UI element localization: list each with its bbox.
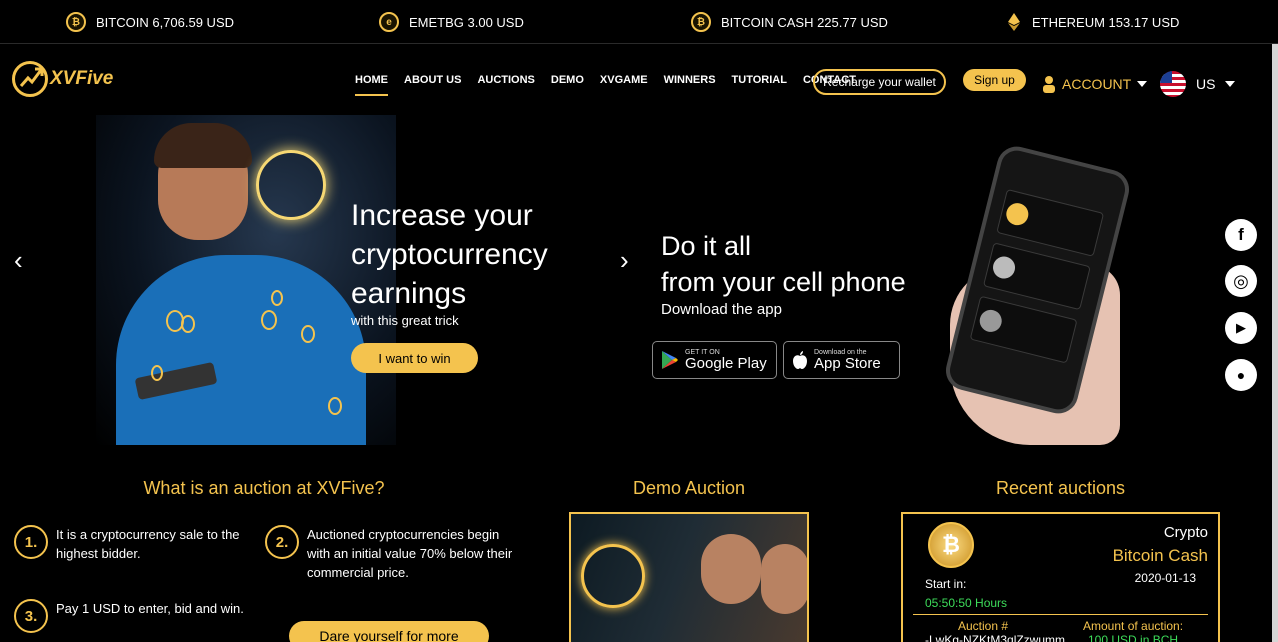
start-label: Start in: <box>925 577 967 591</box>
ethereum-icon <box>1006 12 1022 32</box>
coin-ring <box>151 365 163 381</box>
dare-yourself-button[interactable]: Dare yourself for more <box>289 621 489 642</box>
what-is-auction-title: What is an auction at XVFive? <box>143 478 385 498</box>
facebook-icon[interactable]: f <box>1225 219 1257 251</box>
apple-icon <box>793 350 807 369</box>
person-shape <box>701 534 761 604</box>
nav-winners[interactable]: WINNERS <box>664 74 716 96</box>
bitcoin-cash-icon: ₿ <box>691 12 711 32</box>
coin-icon <box>990 254 1018 281</box>
brand-name: XVFive <box>50 68 114 89</box>
ticker-label: ETHEREUM 153.17 USD <box>1032 14 1180 30</box>
step-text: It is a cryptocurrency sale to the highe… <box>56 527 240 561</box>
instagram-icon[interactable]: ◎ <box>1225 265 1257 297</box>
ticker-item-emetbg: e EMETBG 3.00 USD <box>379 12 524 32</box>
hero-subtitle: with this great trick <box>351 313 459 328</box>
app-title: Do it all from your cell phone <box>661 228 906 300</box>
auction-coin: Bitcoin Cash <box>1112 546 1208 565</box>
account-menu[interactable]: ACCOUNT <box>1042 75 1148 93</box>
emetbg-logo-icon <box>581 544 645 608</box>
person-hair-shape <box>154 123 252 168</box>
want-to-win-button[interactable]: I want to win <box>351 343 478 373</box>
ticker-item-ethereum: ETHEREUM 153.17 USD <box>1006 12 1179 32</box>
step-number: 2. <box>265 525 299 559</box>
countdown: 05:50:50 Hours <box>925 596 1008 610</box>
demo-auction-title: Demo Auction <box>632 478 746 498</box>
carousel-next-button[interactable]: › <box>620 245 629 276</box>
hero-carousel: ‹ › Increase your cryptocurrency earning… <box>0 115 1278 445</box>
language-label: US <box>1196 76 1216 92</box>
step-text: Pay 1 USD to enter, bid and win. <box>56 601 244 616</box>
amount-label: Amount of auction: <box>1083 619 1184 633</box>
auction-date: 2020-01-13 <box>1134 571 1196 585</box>
auction-id: -LwKg-NZKtM3qlZzwumm <box>925 633 1066 642</box>
recent-auctions-title: Recent auctions <box>995 478 1126 498</box>
ticker-label: EMETBG 3.00 USD <box>409 14 524 30</box>
chevron-down-icon <box>1225 81 1236 87</box>
app-title-line-2: from your cell phone <box>661 267 906 297</box>
coin-ring <box>301 325 315 343</box>
hero-title: Increase your cryptocurrency earnings <box>351 199 548 310</box>
language-selector[interactable]: US <box>1160 71 1236 97</box>
ticker-label: BITCOIN 6,706.59 USD <box>96 14 234 30</box>
app-title-line-1: Do it all <box>661 231 752 261</box>
auction-number-label: Auction # <box>958 619 1009 633</box>
main-nav: HOME ABOUT US AUCTIONS DEMO XVGAME WINNE… <box>355 74 856 96</box>
person-shape <box>761 544 807 614</box>
glowing-logo-icon <box>256 150 326 220</box>
ticker-item-bitcoin-cash: ₿ BITCOIN CASH 225.77 USD <box>691 12 888 32</box>
google-play-label: Google Play <box>685 355 767 372</box>
google-play-button[interactable]: GET IT ON Google Play <box>652 341 777 379</box>
coin-ring <box>181 315 195 333</box>
ticker-label: BITCOIN CASH 225.77 USD <box>721 14 888 30</box>
reddit-icon[interactable]: ● <box>1225 359 1257 391</box>
account-label: ACCOUNT <box>1062 76 1132 92</box>
nav-auctions[interactable]: AUCTIONS <box>477 74 534 96</box>
bitcoin-icon: ₿ <box>928 522 974 568</box>
phone-row <box>969 295 1078 364</box>
auction-category: Crypto <box>1163 524 1208 541</box>
coin-ring <box>261 310 277 330</box>
logo-icon <box>12 61 48 97</box>
step-number: 3. <box>14 599 48 633</box>
sign-up-button[interactable]: Sign up <box>963 69 1026 91</box>
recharge-wallet-button[interactable]: Recharge your wallet <box>813 69 946 95</box>
nav-demo[interactable]: DEMO <box>551 74 584 96</box>
coin-icon <box>1003 200 1031 228</box>
step-1: 1. It is a cryptocurrency sale to the hi… <box>14 525 254 563</box>
coin-ring <box>328 397 342 415</box>
ticker-item-bitcoin: ₿ BITCOIN 6,706.59 USD <box>66 12 234 32</box>
chevron-down-icon <box>1137 81 1148 87</box>
bitcoin-icon: ₿ <box>66 12 86 32</box>
nav-about-us[interactable]: ABOUT US <box>404 74 461 96</box>
youtube-icon[interactable]: ▶ <box>1225 312 1257 344</box>
us-flag-icon <box>1160 71 1186 97</box>
divider <box>913 614 1208 615</box>
google-play-icon <box>662 351 678 369</box>
carousel-prev-button[interactable]: ‹ <box>14 245 23 276</box>
step-text: Auctioned cryptocurrencies begin with an… <box>307 527 513 580</box>
nav-home[interactable]: HOME <box>355 74 388 96</box>
user-icon <box>1043 76 1055 93</box>
person-shape <box>116 255 366 445</box>
step-2: 2. Auctioned cryptocurrencies begin with… <box>265 525 515 582</box>
app-subtitle: Download the app <box>661 301 782 318</box>
step-3: 3. Pay 1 USD to enter, bid and win. <box>14 599 274 633</box>
nav-tutorial[interactable]: TUTORIAL <box>732 74 787 96</box>
recent-auction-card[interactable]: ₿ Crypto Bitcoin Cash 2020-01-13 Start i… <box>901 512 1220 642</box>
app-store-label: App Store <box>814 355 881 372</box>
step-number: 1. <box>14 525 48 559</box>
nav-xvgame[interactable]: XVGAME <box>600 74 648 96</box>
emetbg-icon: e <box>379 12 399 32</box>
coin-icon <box>977 307 1005 335</box>
price-ticker: ₿ BITCOIN 6,706.59 USD e EMETBG 3.00 USD… <box>0 0 1278 44</box>
auction-amount: 100 USD in BCH <box>1088 633 1179 642</box>
app-store-button[interactable]: Download on the App Store <box>783 341 900 379</box>
coin-ring <box>271 290 283 306</box>
demo-auction-video[interactable] <box>569 512 809 642</box>
brand-logo[interactable]: XVFive <box>12 61 113 97</box>
